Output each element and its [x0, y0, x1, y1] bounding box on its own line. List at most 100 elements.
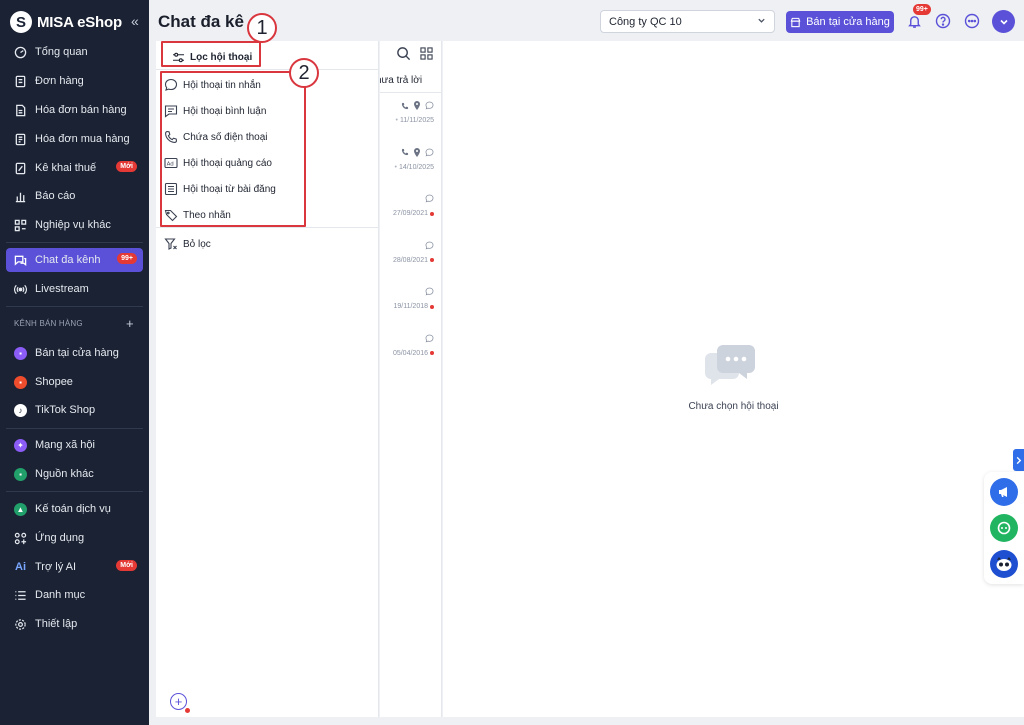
sidebar-item-chat[interactable]: Chat đa kênh 99+	[6, 248, 143, 272]
conversation-item[interactable]: 27/09/2021	[380, 194, 441, 240]
sidebar-item-catalog[interactable]: Danh mục	[6, 583, 143, 607]
store-icon	[790, 17, 801, 27]
callout-2: 2	[289, 58, 319, 88]
chat-count-badge: 99+	[117, 253, 137, 264]
tab-unanswered[interactable]: hưa trả lời	[380, 75, 422, 86]
sidebar-item-other-sources[interactable]: ▪ Nguồn khác	[6, 462, 143, 486]
company-select-value: Công ty QC 10	[609, 15, 682, 28]
sidebar-item-label: Mạng xã hội	[35, 439, 95, 451]
megaphone-icon	[999, 487, 1007, 497]
sidebar-item-overview[interactable]: Tổng quan	[6, 40, 143, 64]
sidebar-item-orders[interactable]: Đơn hàng	[6, 69, 143, 93]
unread-dot	[430, 258, 434, 262]
tag-icon	[164, 209, 178, 222]
support-chat-button[interactable]	[990, 514, 1018, 542]
sidebar-item-settings[interactable]: Thiết lập	[6, 612, 143, 636]
sidebar-item-tax[interactable]: Kê khai thuế Mới	[6, 156, 143, 180]
clear-filter-button[interactable]: Bỏ lọc	[164, 235, 304, 253]
conversation-icons	[425, 241, 434, 250]
conversation-date-text: 19/11/2018	[393, 303, 428, 310]
store-icon: ▪	[14, 346, 27, 360]
collapse-sidebar-icon[interactable]: «	[131, 13, 139, 29]
conversation-icons	[401, 147, 434, 157]
announcement-button[interactable]	[990, 478, 1018, 506]
filter-option-comments[interactable]: Hội thoại bình luận	[164, 102, 304, 120]
sidebar-item-label: Kê khai thuế	[35, 162, 97, 174]
filter-option-phone[interactable]: Chứa số điện thoại	[164, 128, 304, 146]
location-pin-icon	[414, 101, 420, 110]
sell-at-store-button[interactable]: Bán tại cửa hàng	[786, 11, 894, 33]
sidebar-item-social[interactable]: ✦ Mạng xã hội	[6, 433, 143, 457]
search-icon[interactable]	[396, 46, 411, 66]
assistant-button[interactable]	[990, 550, 1018, 578]
divider	[156, 227, 379, 228]
chat-bubble-icon	[164, 78, 178, 91]
settings-icon	[14, 618, 27, 631]
sidebar-item-accounting[interactable]: ▲ Kế toán dịch vụ	[6, 497, 143, 521]
chat-bubble-icon	[425, 148, 434, 156]
conversation-item[interactable]: 05/04/2016	[380, 334, 441, 380]
sidebar-item-apps[interactable]: Ứng dụng	[6, 526, 143, 550]
filter-option-label: Hội thoại từ bài đăng	[183, 183, 276, 195]
logo-mark: S	[10, 11, 32, 33]
filter-conversations-button[interactable]: Lọc hội thoại	[168, 47, 266, 67]
conversation-item[interactable]: 19/11/2018	[380, 287, 441, 333]
apps-icon	[14, 532, 27, 545]
sidebar-item-report[interactable]: Báo cáo	[6, 184, 143, 208]
filter-option-ads[interactable]: Ad Hội thoại quảng cáo	[164, 154, 304, 172]
sidebar-item-label: Shopee	[35, 376, 73, 388]
chat-bot-icon	[997, 521, 1011, 535]
expand-side-panel-button[interactable]	[1013, 449, 1024, 471]
help-icon[interactable]	[934, 12, 952, 30]
brand-logo[interactable]: S MISA eShop	[10, 11, 122, 33]
add-icon[interactable]: +	[170, 693, 187, 710]
conversation-item[interactable]: • 11/11/2025	[380, 101, 441, 147]
main-area: Chat đa kê Công ty QC 10 Bán tại cửa hàn…	[149, 0, 1024, 725]
add-channel-icon[interactable]: +	[126, 316, 134, 331]
filter-option-posts[interactable]: Hội thoại từ bài đăng	[164, 180, 304, 198]
sidebar-item-label: Chat đa kênh	[35, 254, 101, 266]
more-options-icon[interactable]	[963, 12, 981, 30]
sidebar-item-tiktok[interactable]: ♪ TikTok Shop	[6, 398, 143, 422]
conversation-icons	[425, 194, 434, 203]
filter-title: Lọc hội thoại	[190, 51, 253, 63]
divider	[6, 242, 143, 243]
sidebar-item-other-tasks[interactable]: Nghiệp vụ khác	[6, 213, 143, 237]
sidebar-item-label: Nghiệp vụ khác	[35, 219, 111, 231]
sidebar-item-ai[interactable]: Ai Trợ lý AI Mới	[6, 555, 143, 579]
filter-option-label: Hội thoại tin nhắn	[183, 79, 261, 91]
sidebar-item-livestream[interactable]: Livestream	[6, 277, 143, 301]
date-bullet: •	[394, 163, 397, 171]
conversation-date-text: 14/10/2025	[398, 163, 434, 171]
user-menu-avatar[interactable]	[992, 10, 1015, 33]
filter-option-labels[interactable]: Theo nhãn	[164, 206, 304, 224]
conversation-date-text: 28/08/2021	[392, 256, 428, 264]
company-select[interactable]: Công ty QC 10	[600, 10, 775, 33]
layout-grid-icon[interactable]	[420, 47, 433, 65]
svg-text:Ad: Ad	[167, 162, 174, 168]
conversation-list: hưa trả lời • 11/11/2025 • 14/10/2025 27/09/…	[380, 41, 442, 717]
chat-bubble-icon	[425, 287, 434, 296]
empty-chat-illustration	[703, 345, 755, 393]
sidebar-item-shopee[interactable]: ▪ Shopee	[6, 370, 143, 394]
ad-icon: Ad	[164, 157, 178, 169]
sidebar-item-store[interactable]: ▪ Bán tại cửa hàng	[6, 341, 143, 365]
conversation-item[interactable]: 28/08/2021	[380, 241, 441, 287]
conversation-item[interactable]: • 14/10/2025	[380, 147, 441, 194]
conversation-date: 28/08/2021	[393, 257, 434, 264]
sidebar: S MISA eShop « Tổng quan Đơn hàng Hóa đơ…	[0, 0, 149, 725]
unread-dot	[430, 211, 434, 216]
sidebar-item-label: Ứng dụng	[35, 532, 85, 544]
sidebar-item-purchase-invoice[interactable]: Hóa đơn mua hàng	[6, 127, 143, 151]
sidebar-item-label: TikTok Shop	[35, 404, 96, 416]
sliders-icon	[173, 52, 184, 62]
conversation-date: • 11/11/2025	[396, 117, 434, 124]
notification-dot	[185, 708, 190, 713]
chevron-down-icon	[758, 18, 765, 23]
conversation-icons	[425, 287, 434, 296]
report-icon	[14, 190, 27, 203]
clear-filter-icon	[164, 238, 177, 250]
sidebar-item-sales-invoice[interactable]: Hóa đơn bán hàng	[6, 98, 143, 122]
conversation-date-text: 27/09/2021	[392, 210, 428, 217]
filter-option-messages[interactable]: Hội thoại tin nhắn	[164, 76, 304, 94]
